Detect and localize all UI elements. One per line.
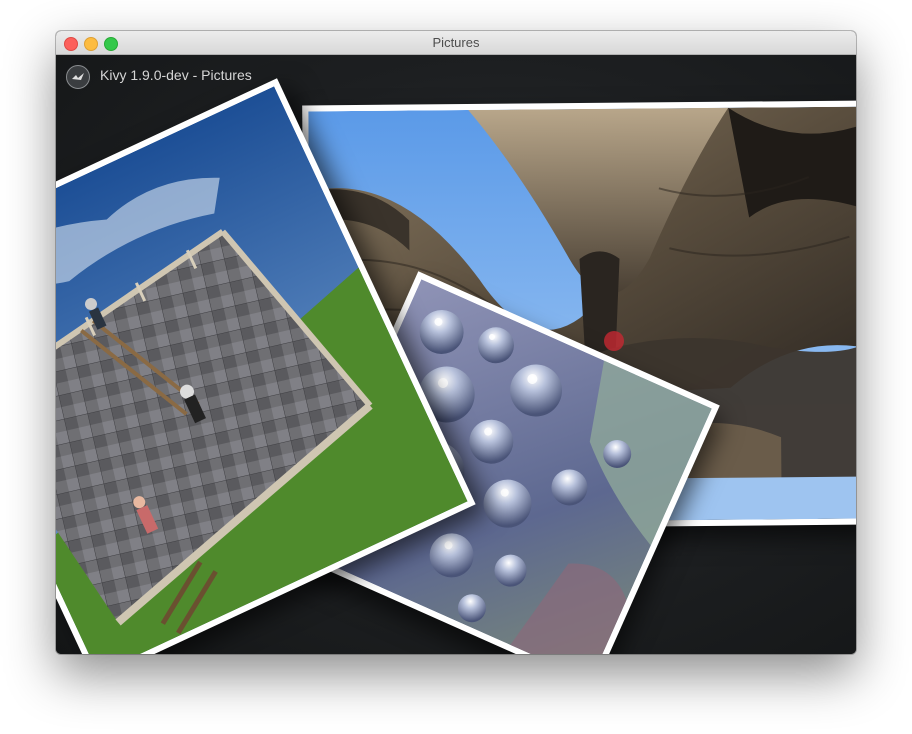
app-title: Kivy 1.9.0-dev - Pictures	[100, 67, 252, 83]
app-window: Pictures Kivy 1.9.0-dev - Pictures	[56, 31, 856, 654]
touch-indicator	[604, 331, 624, 351]
pictures-canvas[interactable]: Kivy 1.9.0-dev - Pictures	[56, 55, 856, 654]
kivy-logo-icon	[66, 65, 90, 89]
title-bar[interactable]: Pictures	[56, 31, 856, 55]
window-title: Pictures	[432, 35, 480, 50]
